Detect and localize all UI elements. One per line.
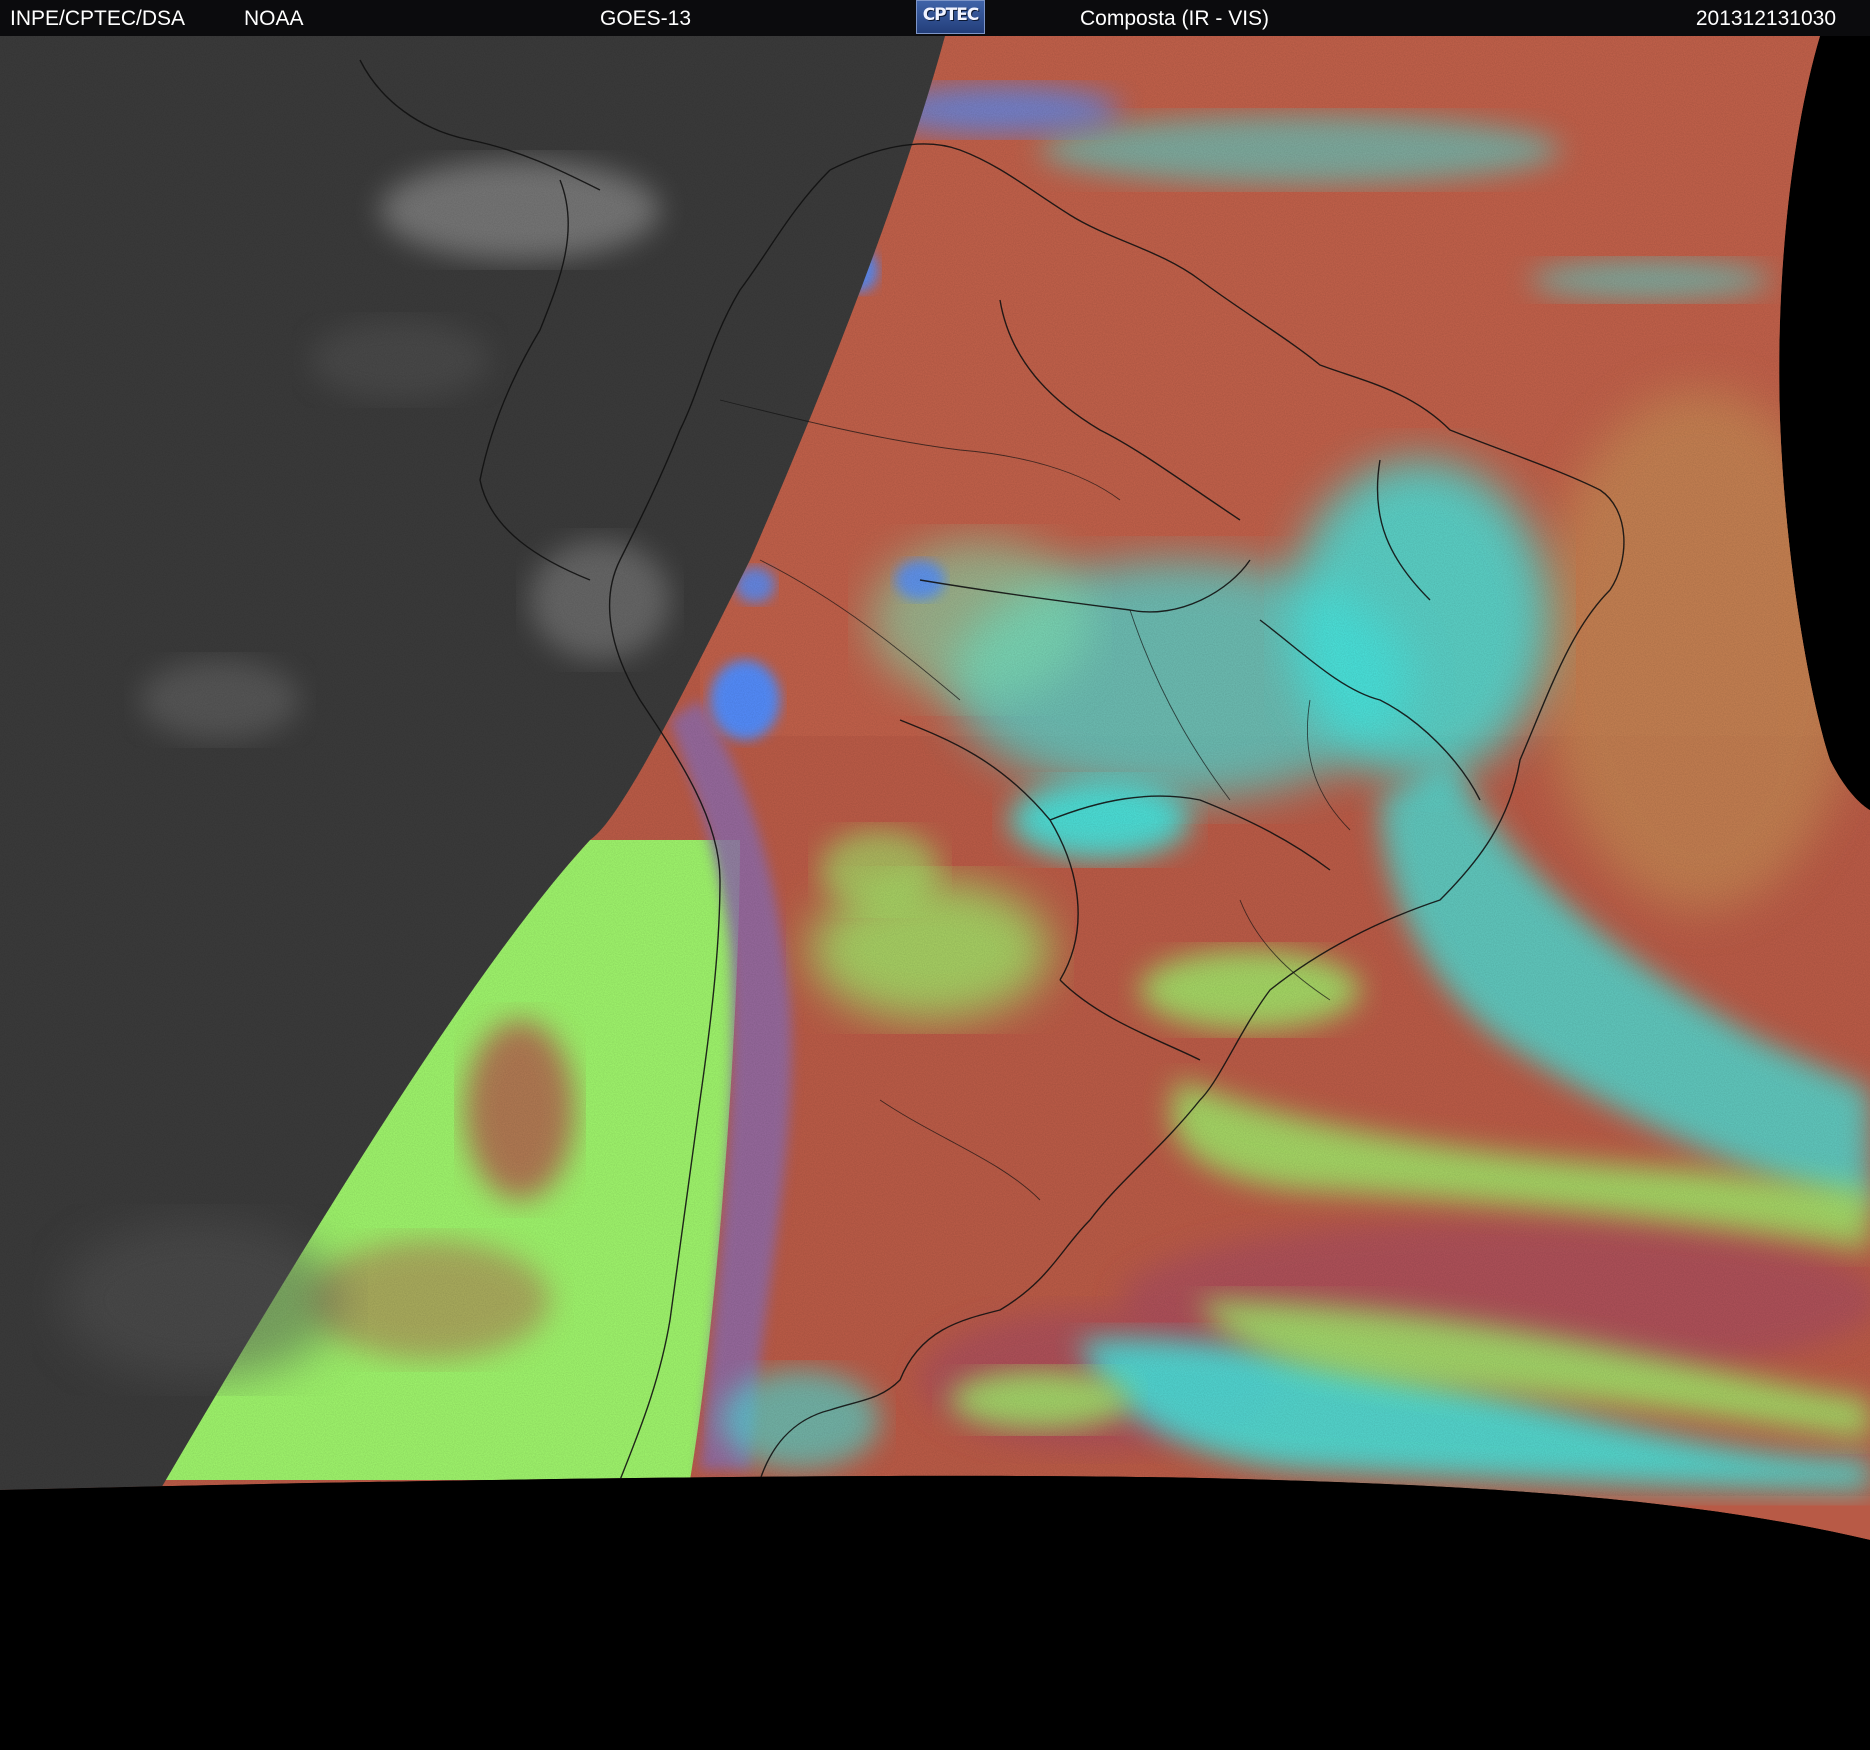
satellite-image: [0, 36, 1870, 1750]
timestamp-label: 201312131030: [1695, 7, 1836, 30]
header-bar: INPE/CPTEC/DSA NOAA GOES-13 CPTEC Compos…: [0, 0, 1870, 36]
agency-label: INPE/CPTEC/DSA: [10, 7, 186, 30]
product-label: Composta (IR - VIS): [1080, 7, 1270, 30]
logo-text: CPTEC: [922, 5, 980, 25]
cptec-logo-icon: CPTEC: [916, 0, 985, 34]
satellite-label: GOES-13: [600, 7, 692, 30]
source-label: NOAA: [244, 7, 304, 30]
satellite-image-svg: [0, 36, 1870, 1750]
